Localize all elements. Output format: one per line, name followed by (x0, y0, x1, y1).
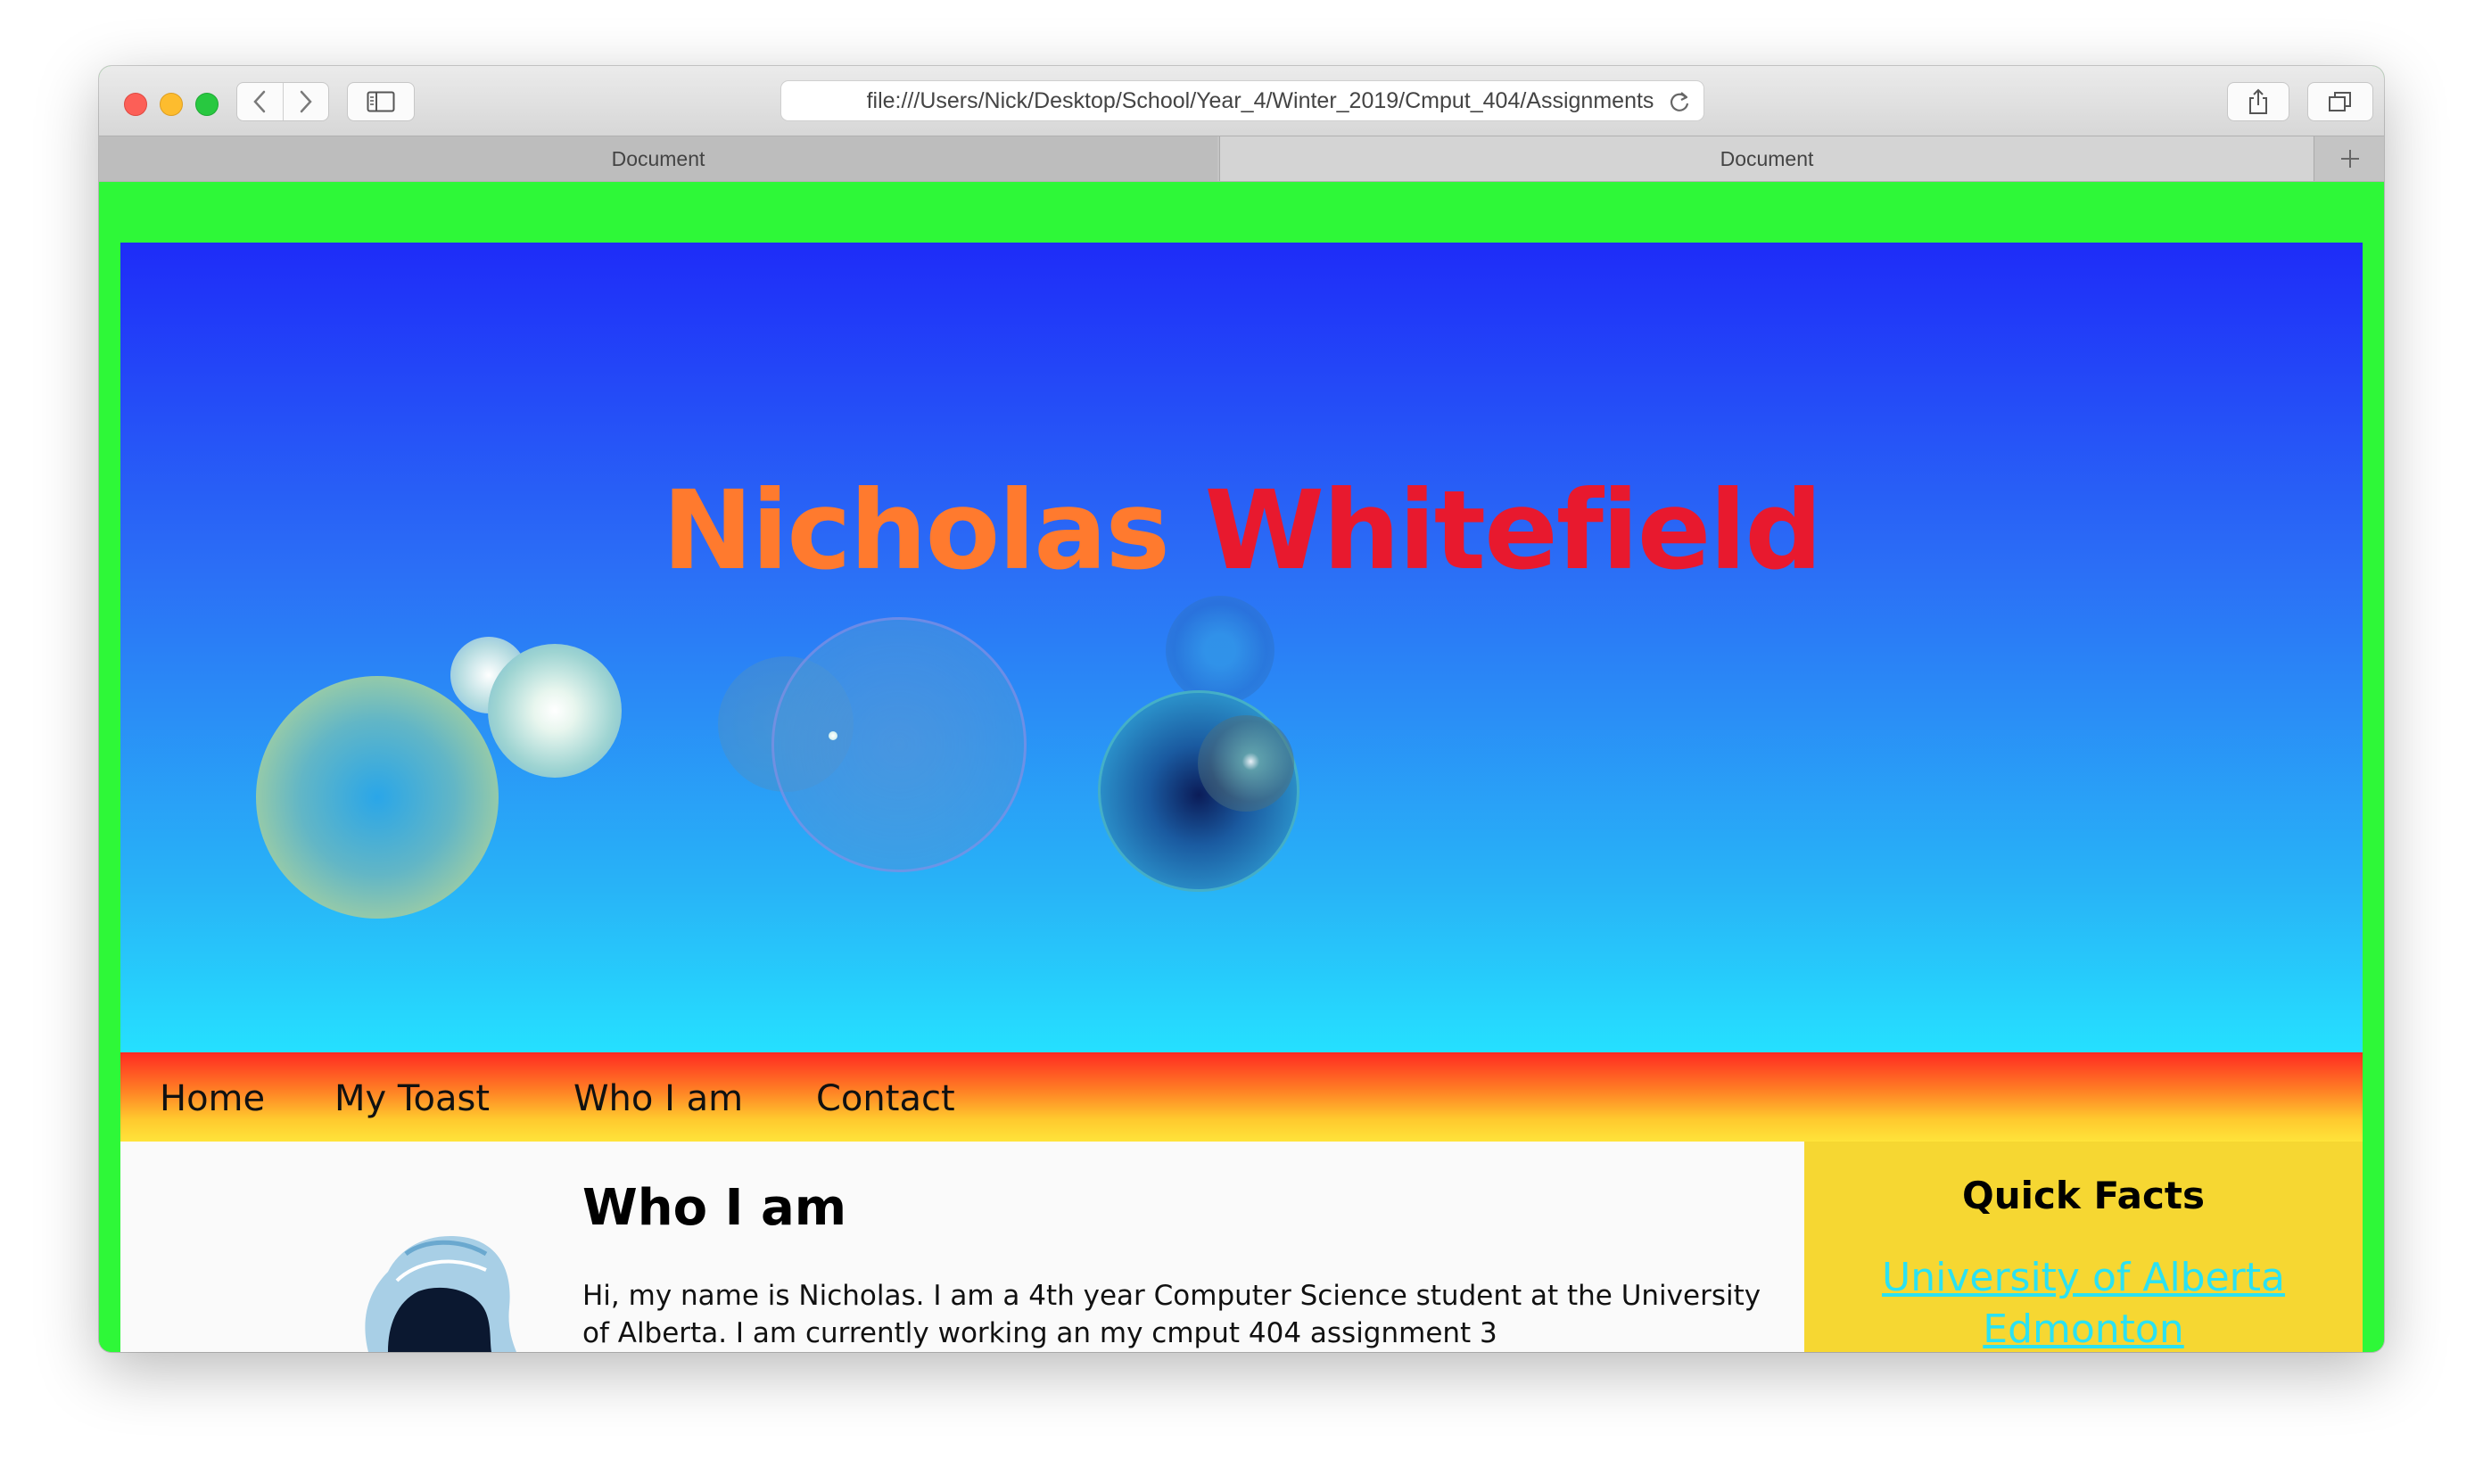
zoom-window-button[interactable] (195, 93, 219, 116)
browser-window: file:///Users/Nick/Desktop/School/Year_4… (99, 66, 2384, 1352)
nav-who-i-am-link[interactable]: Who I am (573, 1052, 743, 1142)
quick-facts-heading: Quick Facts (1962, 1174, 2205, 1217)
tab-bar: Document Document (99, 136, 2384, 182)
tab-label: Document (611, 146, 705, 170)
history-nav-group (236, 82, 329, 121)
share-button[interactable] (2227, 82, 2289, 121)
back-icon (253, 90, 266, 113)
minimize-window-button[interactable] (160, 93, 183, 116)
tab-document-1[interactable]: Document (99, 136, 1217, 181)
sidebar-toggle-button[interactable] (347, 82, 415, 121)
section-paragraph: Hi, my name is Nicholas. I am a 4th year… (582, 1280, 1761, 1349)
bubble-decoration (1166, 596, 1274, 705)
tab-document-2[interactable]: Document (1219, 136, 2314, 181)
forward-icon (300, 90, 312, 113)
back-button[interactable] (237, 83, 283, 120)
site-title-first-name: Nicholas (662, 467, 1170, 594)
bubble-decoration (829, 731, 837, 740)
forward-button[interactable] (282, 83, 329, 120)
address-bar-url: file:///Users/Nick/Desktop/School/Year_4… (866, 87, 1654, 113)
avatar-image (365, 1235, 516, 1352)
browser-toolbar: file:///Users/Nick/Desktop/School/Year_4… (99, 66, 2384, 136)
nav-home-link[interactable]: Home (160, 1052, 265, 1142)
address-bar[interactable]: file:///Users/Nick/Desktop/School/Year_4… (780, 80, 1704, 121)
section-heading: Who I am (582, 1179, 847, 1237)
bubble-decoration (256, 676, 499, 919)
quick-facts-sidebar: Quick Facts University of Alberta Edmont… (1804, 1142, 2363, 1352)
close-window-button[interactable] (124, 93, 147, 116)
tab-overview-button[interactable] (2307, 82, 2373, 121)
reload-icon[interactable] (1668, 90, 1691, 113)
bubble-decoration (488, 644, 622, 778)
university-link[interactable]: University of Alberta Edmonton (1804, 1252, 2363, 1352)
main-nav: Home My Toast Who I am Contact (120, 1052, 2363, 1142)
tab-label: Document (1720, 146, 1814, 170)
new-tab-icon (2341, 150, 2359, 168)
nav-my-toast-link[interactable]: My Toast (334, 1052, 490, 1142)
main-content: Who I am Hi, my name is Nicholas. I am a… (120, 1142, 1804, 1352)
new-tab-button[interactable] (2316, 136, 2384, 181)
share-icon (2249, 88, 2267, 114)
hero-banner: Nicholas Whitefield (120, 243, 2363, 1052)
bubble-decoration (771, 617, 1027, 872)
bubble-decoration (1198, 715, 1294, 812)
site-title: Nicholas Whitefield (120, 466, 2363, 596)
sidebar-icon (367, 91, 395, 112)
site-title-last-name: Whitefield (1204, 467, 1823, 594)
page-viewport: Nicholas Whitefield Home My Toast Who I … (99, 182, 2384, 1352)
tabs-overview-icon (2329, 92, 2351, 111)
nav-contact-link[interactable]: Contact (816, 1052, 955, 1142)
